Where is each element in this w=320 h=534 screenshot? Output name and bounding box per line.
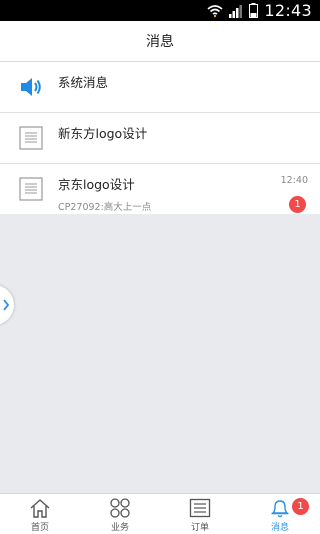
tab-label: 订单: [190, 523, 209, 533]
tab-business[interactable]: 业务: [80, 494, 160, 534]
status-bar: 12:43: [0, 0, 320, 21]
message-title: 京东logo设计: [58, 177, 135, 192]
bell-icon: [271, 500, 289, 518]
tab-label: 消息: [270, 523, 289, 533]
message-list: 系统消息 新东方logo设计 京东logo设计 CP27092:高大上一点 12…: [0, 62, 320, 214]
home-icon: [30, 499, 50, 518]
page-title: 消息: [146, 34, 174, 50]
message-item-jd[interactable]: 京东logo设计 CP27092:高大上一点 12:40 1: [0, 164, 320, 214]
document-icon: [19, 177, 43, 201]
side-drawer-handle[interactable]: [0, 285, 14, 325]
signal-icon: [229, 4, 243, 18]
wifi-icon: [207, 4, 223, 17]
speaker-icon: [21, 78, 41, 96]
title-bar: 消息: [0, 21, 320, 62]
status-time: 12:43: [264, 1, 312, 20]
tab-label: 业务: [110, 523, 129, 533]
chevron-right-icon: [3, 299, 10, 311]
bottom-tab-bar: 首页 业务 订单 消息 1: [0, 493, 320, 534]
unread-badge: 1: [289, 196, 306, 213]
grid-circles-icon: [110, 498, 130, 518]
tab-messages[interactable]: 消息 1: [240, 494, 320, 534]
message-time: 12:40: [280, 175, 308, 186]
unread-badge: 1: [292, 498, 309, 515]
message-preview: CP27092:高大上一点: [58, 202, 152, 213]
tab-orders[interactable]: 订单: [160, 494, 240, 534]
tab-label: 首页: [30, 523, 49, 533]
message-title: 系统消息: [58, 75, 109, 90]
message-item-xdf[interactable]: 新东方logo设计: [0, 113, 320, 164]
order-list-icon: [189, 498, 211, 518]
tab-home[interactable]: 首页: [0, 494, 80, 534]
message-item-system[interactable]: 系统消息: [0, 62, 320, 113]
battery-icon: [249, 3, 259, 18]
document-icon: [19, 126, 43, 150]
status-icons: 12:43: [207, 1, 312, 20]
message-title: 新东方logo设计: [58, 126, 148, 141]
